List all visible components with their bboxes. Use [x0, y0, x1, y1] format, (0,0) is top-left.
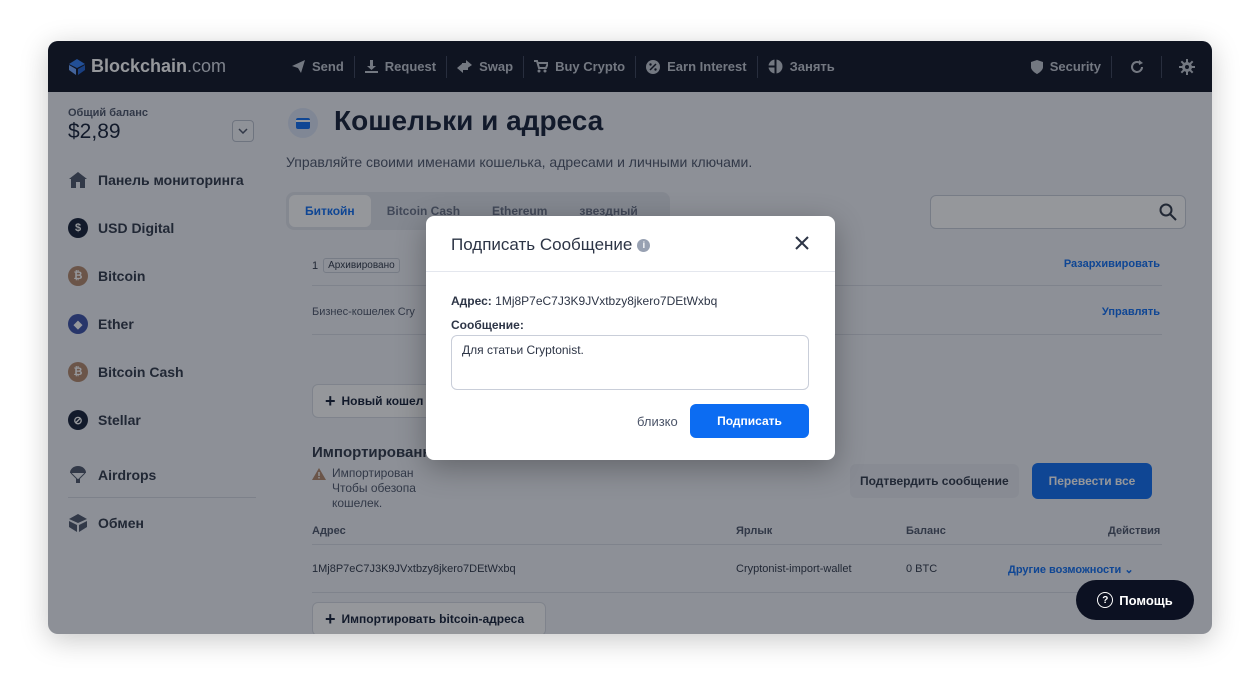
- address-value: 1Mj8P7eC7J3K9JVxtbzy8jkero7DEtWxbq: [495, 294, 718, 308]
- dialog-title-text: Подписать Сообщение: [451, 235, 633, 254]
- info-icon[interactable]: i: [637, 238, 651, 252]
- message-label: Сообщение:: [451, 318, 524, 332]
- address-line: Адрес: 1Mj8P7eC7J3K9JVxtbzy8jkero7DEtWxb…: [451, 294, 717, 308]
- help-icon: ?: [1097, 592, 1114, 608]
- close-button[interactable]: близко: [637, 414, 678, 429]
- address-label: Адрес:: [451, 294, 492, 308]
- close-dialog-button[interactable]: [795, 236, 809, 255]
- dialog-divider: [426, 271, 835, 272]
- dialog-title: Подписать Сообщение i: [451, 235, 651, 255]
- close-icon: [795, 236, 809, 250]
- message-textarea[interactable]: Для статьи Cryptonist.: [451, 335, 809, 390]
- sign-button[interactable]: Подписать: [690, 404, 809, 438]
- help-label: Помощь: [1119, 592, 1173, 608]
- help-button[interactable]: ? Помощь: [1076, 580, 1194, 620]
- sign-message-dialog: Подписать Сообщение i Адрес: 1Mj8P7eC7J3…: [426, 216, 835, 460]
